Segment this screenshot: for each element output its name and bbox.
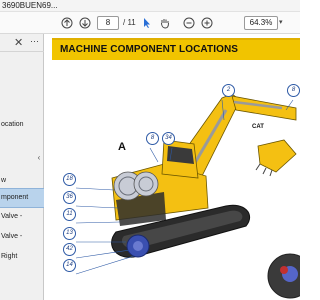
- callout-11: 11: [63, 208, 76, 221]
- sidebar-item-valve-1[interactable]: Valve -: [0, 212, 44, 221]
- sidebar-header: ✕ ⋯: [0, 34, 44, 52]
- page-number-input[interactable]: 8: [97, 16, 119, 30]
- page-total: / 11: [123, 18, 136, 27]
- brand-logo: CAT: [252, 124, 264, 130]
- callout-8b: 8: [146, 132, 159, 145]
- sidebar-item-valve-2[interactable]: Valve -: [0, 232, 44, 241]
- select-cursor-icon[interactable]: [140, 16, 154, 30]
- view-label-a: A: [118, 141, 126, 153]
- callout-34: 34: [162, 132, 175, 145]
- next-page-icon[interactable]: [78, 16, 92, 30]
- callout-2: 2: [222, 84, 235, 97]
- page-title: MACHINE COMPONENT LOCATIONS: [60, 44, 239, 55]
- close-icon[interactable]: ✕: [14, 36, 23, 49]
- sidebar-item-right[interactable]: Right: [0, 252, 44, 261]
- window-title: 3690BUEN69...: [2, 1, 58, 10]
- callout-13: 13: [63, 227, 76, 240]
- zoom-in-icon[interactable]: [200, 16, 214, 30]
- chevron-left-icon[interactable]: ‹: [35, 151, 43, 165]
- callout-14: 14: [63, 259, 76, 272]
- window-title-bar: 3690BUEN69...: [0, 0, 300, 12]
- sidebar-item-location[interactable]: ocation: [0, 120, 44, 129]
- pdf-page: MACHINE COMPONENT LOCATIONS CAT 2 8 8 34…: [46, 34, 300, 300]
- pdf-toolbar: 8 / 11 64.3% ▾: [0, 12, 300, 34]
- previous-page-icon[interactable]: [60, 16, 74, 30]
- section-header: MACHINE COMPONENT LOCATIONS: [52, 38, 300, 60]
- sidebar-item-component[interactable]: mponent: [0, 188, 44, 208]
- more-options-icon[interactable]: ⋯: [30, 36, 39, 47]
- callout-42: 42: [63, 243, 76, 256]
- callout-18: 18: [63, 173, 76, 186]
- chevron-down-icon[interactable]: ▾: [279, 16, 283, 30]
- sidebar-item-view[interactable]: w: [0, 176, 44, 185]
- callout-36: 36: [63, 191, 76, 204]
- excavator-illustration: CAT: [75, 93, 300, 299]
- hand-tool-icon[interactable]: [158, 16, 172, 30]
- zoom-out-icon[interactable]: [182, 16, 196, 30]
- bookmarks-sidebar: ✕ ⋯ ocation w mponent Valve - Valve - Ri…: [0, 34, 44, 300]
- zoom-level-field[interactable]: 64.3%: [244, 16, 278, 30]
- callout-8a: 8: [287, 84, 300, 97]
